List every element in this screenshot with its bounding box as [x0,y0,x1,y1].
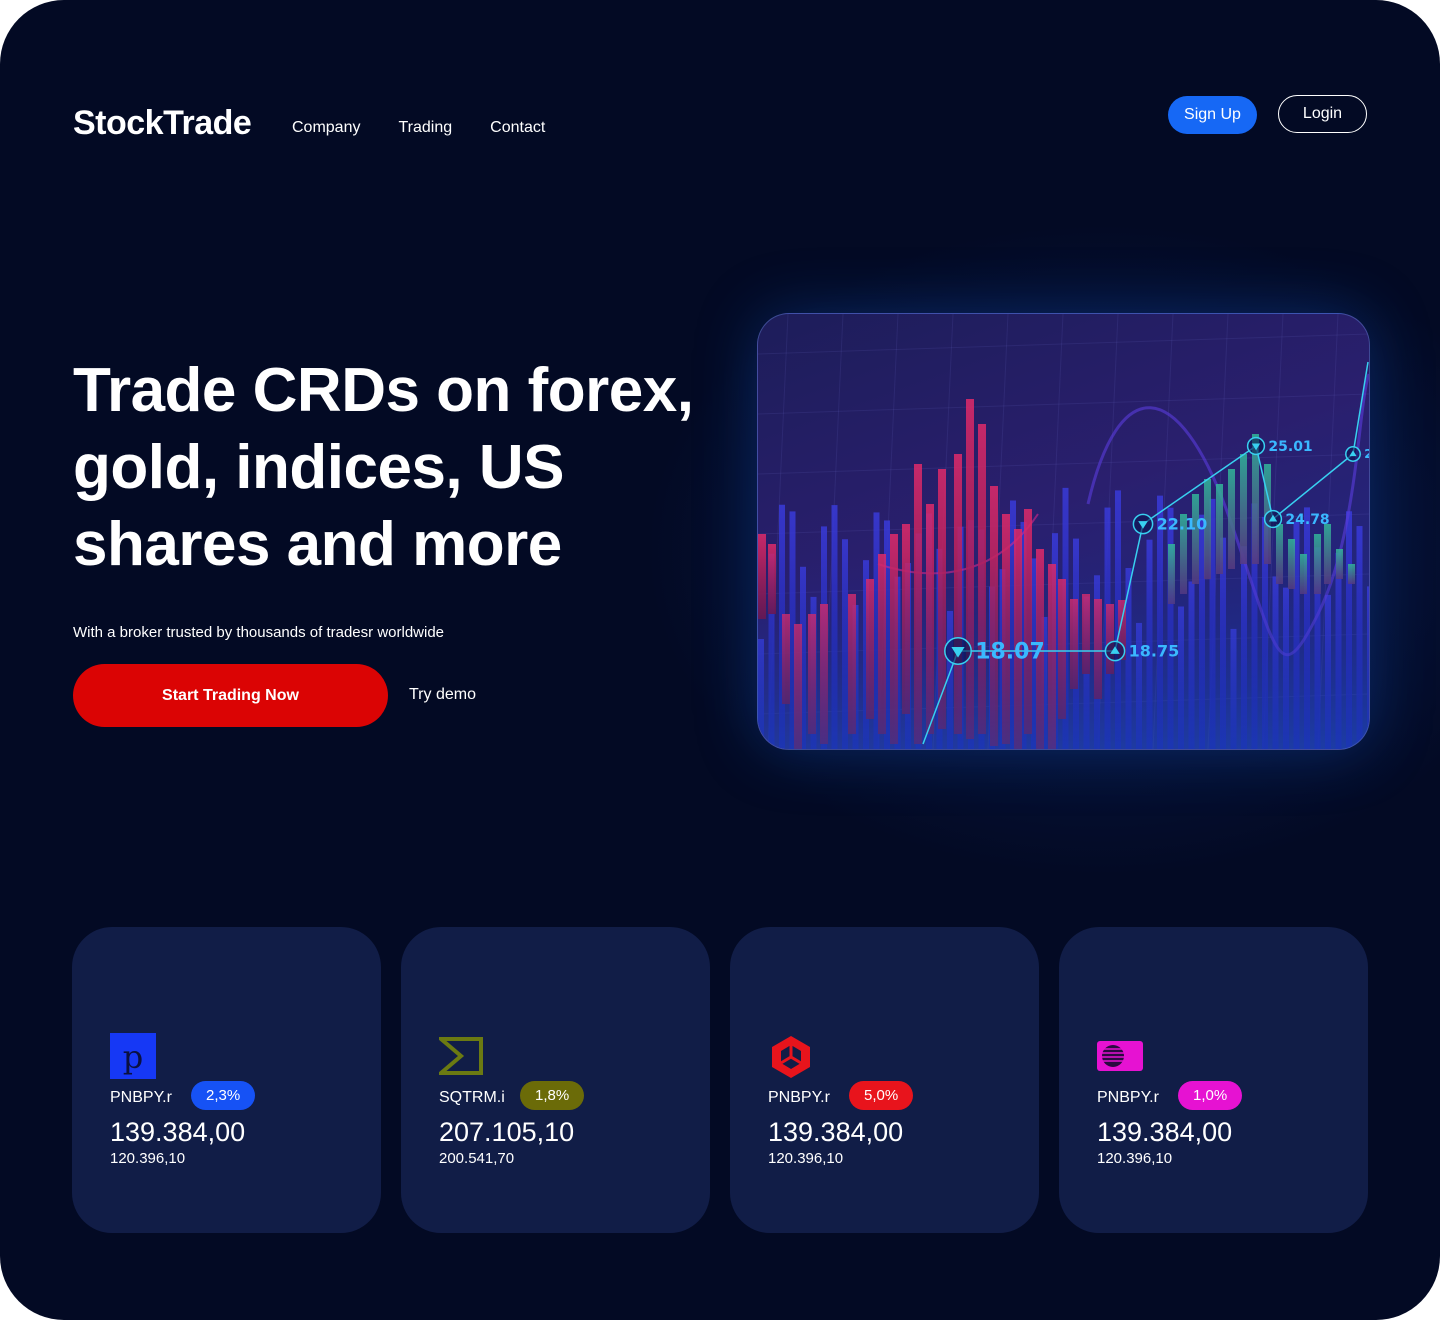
price-tag: 25.2 [1345,446,1369,462]
login-button[interactable]: Login [1278,95,1367,133]
ticker-symbol: SQTRM.i [439,1089,505,1106]
ticker-card[interactable]: p PNBPY.r 2,3% 139.384,00 120.396,10 [72,927,381,1233]
ticker-price: 139.384,00 [110,1117,246,1147]
striped-globe-icon [1097,1041,1143,1071]
landing-page: StockTrade Company Trading Contact Sign … [0,0,1440,1320]
ticker-cards: p PNBPY.r 2,3% 139.384,00 120.396,10 SQT… [72,927,1368,1233]
price-tag-label: 18.75 [1129,642,1180,661]
nav-contact[interactable]: Contact [490,119,545,137]
ticker-prev-price: 120.396,10 [110,1150,186,1167]
stock-chart-illustration: 18.07 18.75 22.10 25.01 24.78 25.2 [758,314,1369,749]
price-tag-label: 18.07 [975,640,1045,665]
ticker-price: 139.384,00 [768,1117,904,1147]
price-tag: 18.07 [944,637,1045,665]
p-square-icon: p [110,1033,156,1079]
price-tag: 18.75 [1104,640,1180,662]
unity-cube-icon [772,1036,810,1078]
price-tag-label: 22.10 [1157,515,1208,534]
chart-bar [1240,454,1247,564]
change-badge: 1,0% [1178,1081,1243,1110]
price-tag-label: 24.78 [1285,512,1329,528]
hero-subtitle: With a broker trusted by thousands of tr… [73,624,445,641]
hero-chart-image: 18.07 18.75 22.10 25.01 24.78 25.2 [757,313,1370,750]
ticker-card[interactable]: PNBPY.r 1,0% 139.384,00 120.396,10 [1059,927,1368,1233]
sigma-icon [439,1037,483,1075]
ticker-symbol: PNBPY.r [768,1089,830,1106]
nav-trading[interactable]: Trading [398,119,452,137]
ticker-prev-price: 120.396,10 [768,1150,844,1167]
start-trading-button[interactable]: Start Trading Now [73,664,388,727]
try-demo-link[interactable]: Try demo [409,686,476,704]
ticker-symbol: PNBPY.r [110,1089,172,1106]
price-tag: 24.78 [1263,509,1330,529]
change-badge: 1,8% [520,1081,585,1110]
change-badge: 5,0% [849,1081,914,1110]
nav-company[interactable]: Company [292,119,360,137]
price-tag: 25.01 [1246,436,1313,456]
ticker-price: 139.384,00 [1097,1117,1233,1147]
price-tag-label: 25.01 [1268,439,1312,455]
ticker-card[interactable]: PNBPY.r 5,0% 139.384,00 120.396,10 [730,927,1039,1233]
ticker-price: 207.105,10 [439,1117,575,1147]
price-tag-label: 25.2 [1364,447,1369,461]
change-badge: 2,3% [191,1081,256,1110]
main-nav: Company Trading Contact [292,119,545,137]
ticker-card[interactable]: SQTRM.i 1,8% 207.105,10 200.541,70 [401,927,710,1233]
svg-text:p: p [123,1038,143,1076]
ticker-prev-price: 200.541,70 [439,1150,515,1167]
ticker-prev-price: 120.396,10 [1097,1150,1173,1167]
price-tag: 22.10 [1132,513,1208,535]
ticker-symbol: PNBPY.r [1097,1089,1159,1106]
hero-title: Trade CRDs on forex, gold, indices, US s… [73,356,694,579]
signup-button[interactable]: Sign Up [1168,96,1257,134]
brand-logo[interactable]: StockTrade [73,104,252,143]
